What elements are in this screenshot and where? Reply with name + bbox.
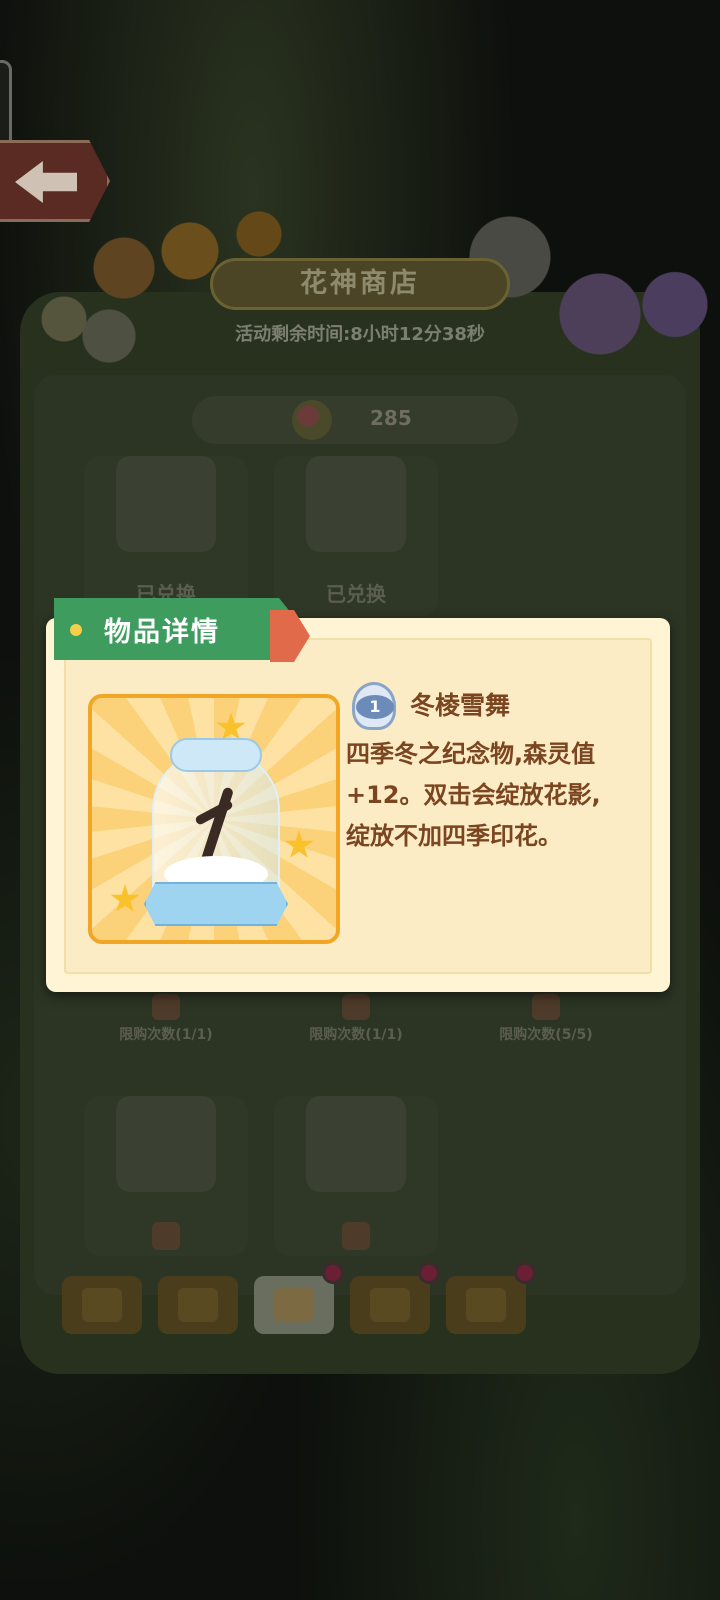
star-icon: [110, 884, 140, 912]
hourglass-tab-icon: [370, 1288, 410, 1322]
tab-gift[interactable]: [446, 1262, 536, 1334]
limit-label: 限购次数(1/1): [309, 1027, 403, 1043]
flower-basket-icon: [116, 456, 216, 552]
tab-pinwheel[interactable]: [158, 1276, 238, 1334]
purchase-limit: 限购次数(5/5): [464, 994, 628, 1046]
flower-currency-icon: [292, 400, 332, 440]
purchase-limit: 限购次数(1/1): [274, 994, 438, 1046]
golden-bow-icon: [306, 1096, 406, 1192]
lock-icon: [342, 994, 370, 1020]
star-icon: [284, 830, 314, 858]
shop-item[interactable]: 已兑换: [274, 456, 438, 616]
limit-label: 限购次数(1/1): [119, 1027, 213, 1043]
ice-base: [144, 882, 288, 926]
flower-basket-icon: [116, 1096, 216, 1192]
item-level: 1: [356, 695, 394, 719]
shop-item[interactable]: 已兑换: [84, 456, 248, 616]
lock-icon: [532, 994, 560, 1020]
item-description: 四季冬之纪念物,森灵值+12。双击会绽放花影,绽放不加四季印花。: [346, 740, 601, 850]
item-status: 已兑换: [326, 582, 386, 606]
tab-ranking[interactable]: [62, 1276, 142, 1334]
shop-title: 花神商店: [210, 258, 510, 310]
purchase-limit: 限购次数(1/1): [84, 994, 248, 1046]
gift-tab-icon: [466, 1288, 506, 1322]
event-timer: 活动剩余时间:8小时12分38秒: [235, 324, 485, 345]
level-badge: 1: [352, 682, 396, 730]
lock-icon: [152, 1222, 180, 1250]
pinwheel-tab-icon: [178, 1288, 218, 1322]
lock-icon: [152, 994, 180, 1020]
notification-dot: [418, 1262, 440, 1284]
tab-hourglass[interactable]: [350, 1262, 440, 1334]
back-arrow-icon: [15, 161, 77, 203]
item-name: 冬棱雪舞: [410, 691, 511, 720]
limit-label: 限购次数(5/5): [499, 1027, 593, 1043]
currency-amount: 285: [370, 406, 412, 430]
ribbon-bow-icon: [170, 738, 262, 772]
notification-dot: [514, 1262, 536, 1284]
popup-title: 物品详情: [104, 617, 220, 648]
purple-orb-icon: [306, 456, 406, 552]
ranking-tab-icon: [82, 1288, 122, 1322]
lock-icon: [342, 1222, 370, 1250]
shop-tab-icon: [274, 1288, 314, 1322]
tab-shop[interactable]: [254, 1262, 344, 1334]
currency-bar: 285: [192, 396, 518, 444]
notification-dot: [322, 1262, 344, 1284]
item-image-frame: [88, 694, 340, 944]
ribbon-dot-icon: [70, 624, 82, 636]
